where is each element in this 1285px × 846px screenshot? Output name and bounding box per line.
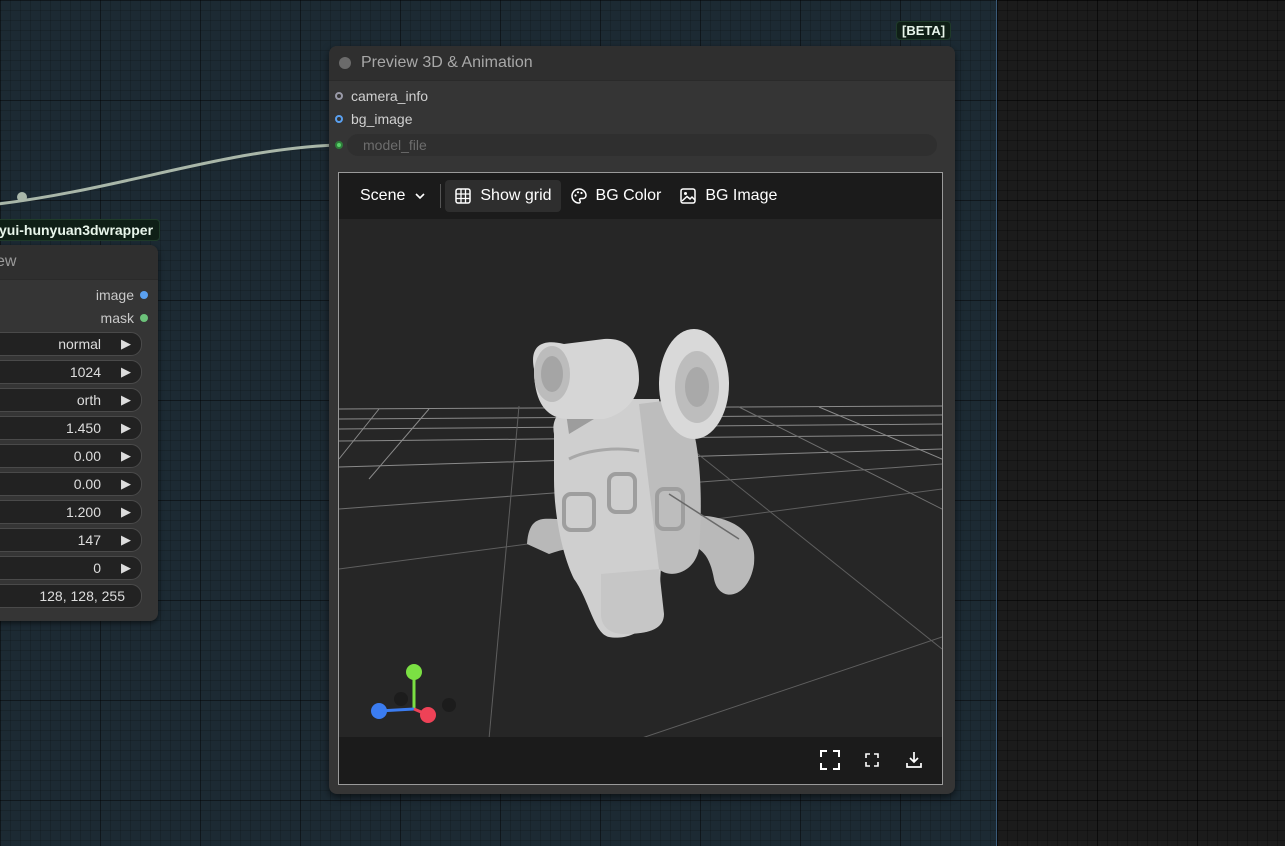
- widget-value: 0.00: [73, 476, 101, 492]
- widget-number[interactable]: 1.200 ▶: [0, 500, 142, 524]
- 3d-viewport[interactable]: Scene Show grid BG Color BG Image: [338, 172, 943, 785]
- output-slot-dot[interactable]: [140, 291, 148, 299]
- widget-number[interactable]: 1024 ▶: [0, 360, 142, 384]
- increment-arrow-icon[interactable]: ▶: [121, 501, 131, 523]
- chevron-down-icon: [415, 193, 425, 200]
- scene-label: Scene: [360, 187, 406, 204]
- collapse-dot-icon[interactable]: [339, 57, 351, 69]
- output-label: image: [95, 287, 134, 303]
- increment-arrow-icon[interactable]: ▶: [121, 557, 131, 579]
- widget-text[interactable]: 128, 128, 255: [0, 584, 142, 608]
- increment-arrow-icon[interactable]: ▶: [121, 361, 131, 383]
- image-icon: [680, 188, 697, 204]
- widget-number[interactable]: 0.00 ▶: [0, 472, 142, 496]
- input-slot-dot[interactable]: [335, 92, 343, 100]
- left-node[interactable]: ew image mask normal ▶ 1024 ▶ orth ▶ 1.450 ▶…: [0, 245, 158, 621]
- node-badge: yui-hunyuan3dwrapper: [0, 219, 161, 241]
- widget-number[interactable]: 1.450 ▶: [0, 416, 142, 440]
- input-camera-info[interactable]: camera_info: [335, 88, 428, 104]
- increment-arrow-icon[interactable]: ▶: [121, 473, 131, 495]
- 3d-scene[interactable]: [339, 219, 942, 739]
- widget-value: 128, 128, 255: [39, 588, 125, 604]
- increment-arrow-icon[interactable]: ▶: [121, 529, 131, 551]
- toolbar-divider: [440, 184, 442, 208]
- bg-image-button[interactable]: BG Image: [670, 180, 786, 212]
- model-file-field[interactable]: model_file: [347, 134, 937, 156]
- preview-3d-node[interactable]: Preview 3D & Animation camera_info bg_im…: [329, 46, 955, 794]
- increment-arrow-icon[interactable]: ▶: [121, 445, 131, 467]
- widget-value: 1024: [69, 364, 101, 380]
- node-title: ew: [0, 245, 158, 280]
- z-axis-handle[interactable]: [371, 703, 387, 719]
- download-icon[interactable]: [903, 749, 925, 771]
- widget-value: 0.00: [73, 448, 101, 464]
- y-axis-handle[interactable]: [406, 664, 422, 680]
- node-header[interactable]: Preview 3D & Animation: [329, 46, 955, 81]
- input-label: bg_image: [351, 111, 413, 127]
- widget-value: normal: [58, 336, 101, 352]
- grid-icon: [455, 188, 472, 204]
- x-axis-handle[interactable]: [420, 707, 436, 723]
- increment-arrow-icon[interactable]: ▶: [121, 417, 131, 439]
- viewer-toolbar: Scene Show grid BG Color BG Image: [339, 173, 942, 219]
- output-mask[interactable]: mask: [101, 310, 148, 326]
- output-slot-dot[interactable]: [140, 314, 148, 322]
- increment-arrow-icon[interactable]: ▶: [121, 389, 131, 411]
- bg-image-label: BG Image: [705, 187, 778, 204]
- widget-number[interactable]: 0 ▶: [0, 556, 142, 580]
- increment-arrow-icon[interactable]: ▶: [121, 333, 131, 355]
- widget-number[interactable]: 147 ▶: [0, 528, 142, 552]
- bg-color-label: BG Color: [595, 187, 662, 204]
- input-slot-dot[interactable]: [335, 141, 343, 149]
- output-label: mask: [100, 310, 134, 326]
- exit-fullscreen-icon[interactable]: [861, 749, 883, 771]
- input-slot-dot[interactable]: [335, 115, 343, 123]
- show-grid-label: Show grid: [480, 187, 552, 204]
- widget-value: 147: [77, 532, 101, 548]
- palette-icon: [570, 188, 587, 204]
- widget-value: 1.450: [65, 420, 101, 436]
- backpack-model: [527, 329, 755, 638]
- widget-number[interactable]: orth ▶: [0, 388, 142, 412]
- fullscreen-icon[interactable]: [819, 749, 841, 771]
- scene-dropdown[interactable]: Scene: [351, 180, 436, 212]
- input-label: camera_info: [351, 88, 429, 104]
- canvas-right-region: [996, 0, 1285, 846]
- widget-value: orth: [76, 392, 101, 408]
- widget-number[interactable]: 0.00 ▶: [0, 444, 142, 468]
- bg-color-button[interactable]: BG Color: [561, 180, 671, 212]
- node-title: Preview 3D & Animation: [361, 54, 533, 71]
- widget-number[interactable]: normal ▶: [0, 332, 142, 356]
- widget-value: 0: [93, 560, 101, 576]
- viewer-bottom-bar: [339, 737, 942, 784]
- beta-badge: [BETA]: [896, 21, 952, 40]
- input-bg-image[interactable]: bg_image: [335, 111, 413, 127]
- show-grid-button[interactable]: Show grid: [445, 180, 561, 212]
- axes-gizmo: [371, 664, 456, 723]
- output-image[interactable]: image: [96, 287, 148, 303]
- widget-value: 1.200: [65, 504, 101, 520]
